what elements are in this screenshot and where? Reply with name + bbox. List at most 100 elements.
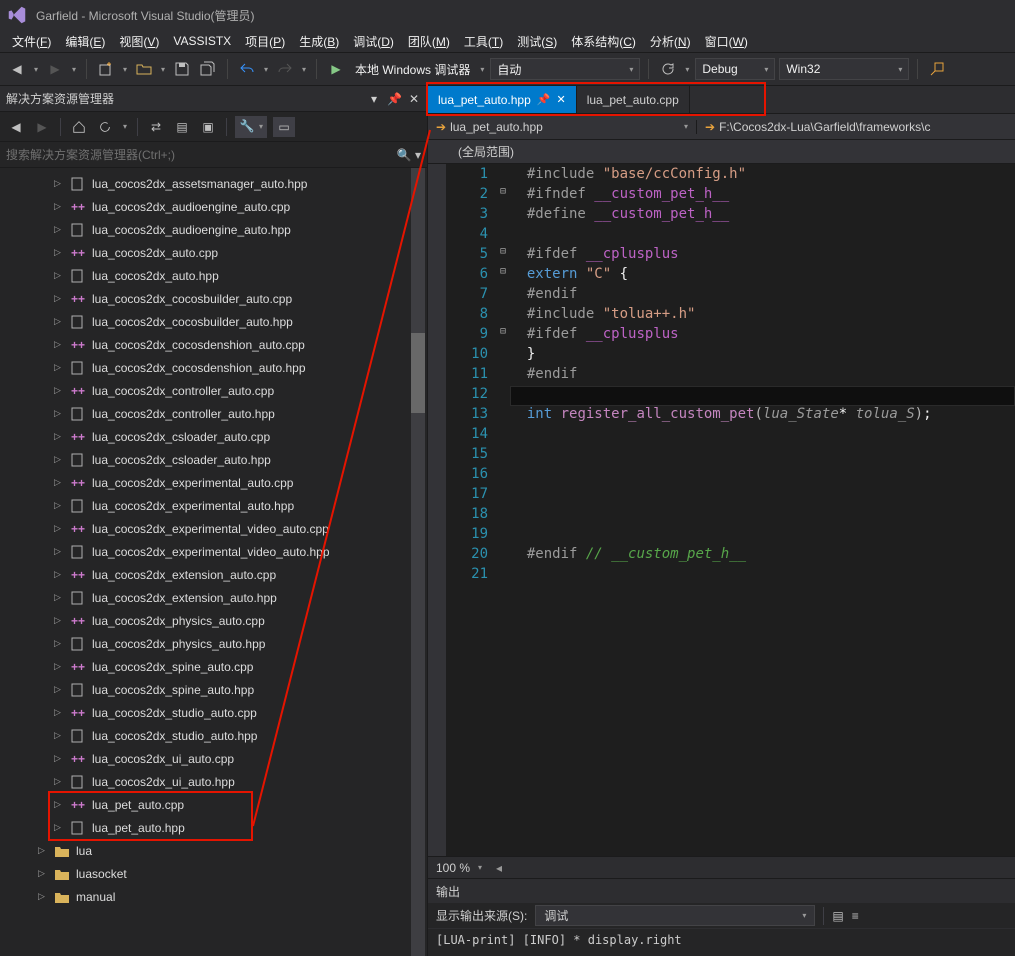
code-line[interactable]: extern "C" { [510, 266, 1015, 286]
code-line[interactable]: #ifdef __cplusplus [510, 326, 1015, 346]
sln-back-icon[interactable]: ◀ [6, 117, 26, 137]
tree-file[interactable]: ▷++lua_cocos2dx_auto.cpp [0, 241, 427, 264]
panel-dropdown-icon[interactable]: ▾ [367, 92, 381, 106]
code-line[interactable]: #include "tolua++.h" [510, 306, 1015, 326]
tree-scrollbar-track[interactable] [411, 168, 425, 956]
find-icon[interactable] [926, 58, 948, 80]
nav-path-segment[interactable]: ➔ F:\Cocos2dx-Lua\Garfield\frameworks\c [696, 120, 1015, 134]
tree-file[interactable]: ▷lua_cocos2dx_cocosbuilder_auto.hpp [0, 310, 427, 333]
panel-close-icon[interactable]: ✕ [407, 92, 421, 106]
expand-icon[interactable]: ▷ [54, 776, 64, 787]
code-line[interactable]: #include "base/ccConfig.h" [510, 166, 1015, 186]
tree-file[interactable]: ▷++lua_cocos2dx_controller_auto.cpp [0, 379, 427, 402]
search-icon[interactable]: 🔍 ▾ [397, 148, 421, 162]
zoom-arrow-icon[interactable]: ◂ [496, 861, 502, 875]
undo-drop[interactable]: ▾ [262, 58, 270, 80]
tree-file[interactable]: ▷++lua_cocos2dx_experimental_auto.cpp [0, 471, 427, 494]
panel-pin-icon[interactable]: 📌 [387, 92, 401, 106]
start-debug-icon[interactable]: ▶ [325, 58, 347, 80]
menu-item[interactable]: 工具(T) [458, 31, 509, 52]
tree-file[interactable]: ▷lua_cocos2dx_assetsmanager_auto.hpp [0, 172, 427, 195]
expand-icon[interactable]: ▷ [54, 316, 64, 327]
output-body[interactable]: [LUA-print] [INFO] * display.right [428, 929, 1015, 956]
sln-properties-icon[interactable]: 🔧 [237, 116, 257, 136]
solution-tree[interactable]: ▷lua_cocos2dx_assetsmanager_auto.hpp▷++l… [0, 168, 427, 956]
tree-file[interactable]: ▷++lua_cocos2dx_physics_auto.cpp [0, 609, 427, 632]
tree-file[interactable]: ▷lua_cocos2dx_controller_auto.hpp [0, 402, 427, 425]
platform-combo[interactable]: Win32 ▾ [779, 58, 909, 80]
menu-item[interactable]: 调试(D) [347, 31, 400, 52]
expand-icon[interactable]: ▷ [38, 868, 48, 879]
tree-file[interactable]: ▷++lua_cocos2dx_studio_auto.cpp [0, 701, 427, 724]
tree-file[interactable]: ▷lua_cocos2dx_audioengine_auto.hpp [0, 218, 427, 241]
menu-item[interactable]: 团队(M) [402, 31, 456, 52]
expand-icon[interactable]: ▷ [54, 707, 64, 718]
expand-icon[interactable]: ▷ [54, 661, 64, 672]
zoom-value[interactable]: 100 % [436, 861, 470, 875]
pin-icon[interactable]: 📌 [537, 93, 551, 106]
nav-back-drop[interactable]: ▾ [32, 58, 40, 80]
nav-fwd-drop[interactable]: ▾ [70, 58, 78, 80]
code-line[interactable]: #endif [510, 366, 1015, 386]
expand-icon[interactable]: ▷ [54, 569, 64, 580]
fold-toggle[interactable]: ⊟ [496, 186, 510, 206]
code-line[interactable]: #ifdef __cplusplus [510, 246, 1015, 266]
expand-icon[interactable]: ▷ [54, 178, 64, 189]
code-line[interactable]: int register_all_custom_pet(lua_State* t… [510, 406, 1015, 426]
menu-item[interactable]: 文件(F) [6, 31, 57, 52]
solution-config-combo[interactable]: 自动 ▾ [490, 58, 640, 80]
code-line[interactable]: #define __custom_pet_h__ [510, 206, 1015, 226]
code-line[interactable] [510, 446, 1015, 466]
fold-toggle[interactable]: ⊟ [496, 246, 510, 266]
tree-folder[interactable]: ▷manual [0, 885, 427, 908]
sln-fwd-icon[interactable]: ▶ [32, 117, 52, 137]
tree-file[interactable]: ▷++lua_cocos2dx_audioengine_auto.cpp [0, 195, 427, 218]
refresh-drop[interactable]: ▾ [683, 58, 691, 80]
menu-item[interactable]: 体系结构(C) [565, 31, 642, 52]
expand-icon[interactable]: ▷ [54, 293, 64, 304]
close-icon[interactable]: ✕ [556, 93, 565, 106]
sln-home-icon[interactable] [69, 117, 89, 137]
code-line[interactable] [510, 506, 1015, 526]
code-line[interactable] [510, 426, 1015, 446]
redo-drop[interactable]: ▾ [300, 58, 308, 80]
expand-icon[interactable]: ▷ [54, 477, 64, 488]
nav-fwd-icon[interactable]: ▶ [44, 58, 66, 80]
expand-icon[interactable]: ▷ [54, 408, 64, 419]
save-all-icon[interactable] [197, 58, 219, 80]
expand-icon[interactable]: ▷ [54, 247, 64, 258]
expand-icon[interactable]: ▷ [54, 638, 64, 649]
code-line[interactable] [510, 566, 1015, 586]
fold-margin[interactable]: ⊟⊟⊟⊟ [496, 164, 510, 856]
expand-icon[interactable]: ▷ [54, 684, 64, 695]
tree-file[interactable]: ▷lua_cocos2dx_studio_auto.hpp [0, 724, 427, 747]
code-line[interactable] [510, 386, 1015, 406]
expand-icon[interactable]: ▷ [54, 546, 64, 557]
sln-preview-icon[interactable]: ▭ [273, 117, 295, 137]
menu-item[interactable]: 项目(P) [239, 31, 291, 52]
expand-icon[interactable]: ▷ [54, 454, 64, 465]
tree-file[interactable]: ▷++lua_cocos2dx_cocosdenshion_auto.cpp [0, 333, 427, 356]
expand-icon[interactable]: ▷ [54, 339, 64, 350]
expand-icon[interactable]: ▷ [54, 270, 64, 281]
menu-item[interactable]: 测试(S) [511, 31, 563, 52]
new-project-drop[interactable]: ▾ [121, 58, 129, 80]
solution-search[interactable]: 搜索解决方案资源管理器(Ctrl+;) 🔍 ▾ [0, 142, 427, 168]
save-icon[interactable] [171, 58, 193, 80]
menu-item[interactable]: 编辑(E) [59, 31, 111, 52]
zoom-drop-icon[interactable]: ▾ [478, 863, 482, 872]
tree-folder[interactable]: ▷lua [0, 839, 427, 862]
tree-scrollbar-thumb[interactable] [411, 333, 425, 413]
expand-icon[interactable]: ▷ [38, 891, 48, 902]
tree-file[interactable]: ▷lua_cocos2dx_cocosdenshion_auto.hpp [0, 356, 427, 379]
nav-back-icon[interactable]: ◀ [6, 58, 28, 80]
editor-tab[interactable]: lua_pet_auto.hpp📌✕ [428, 86, 577, 113]
config-combo[interactable]: Debug ▾ [695, 58, 775, 80]
sln-refresh-icon[interactable] [95, 117, 115, 137]
expand-icon[interactable]: ▷ [54, 224, 64, 235]
code-line[interactable] [510, 526, 1015, 546]
sln-showall-icon[interactable]: ▣ [198, 117, 218, 137]
sln-properties-drop[interactable]: ▾ [257, 116, 265, 138]
expand-icon[interactable]: ▷ [54, 201, 64, 212]
fold-toggle[interactable]: ⊟ [496, 266, 510, 286]
